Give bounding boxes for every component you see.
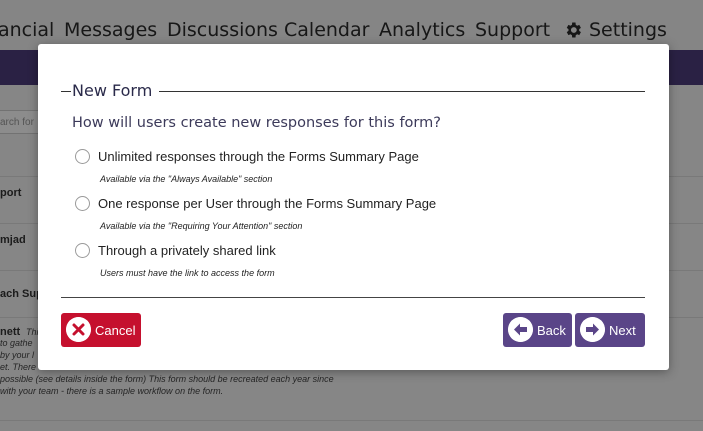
- back-button[interactable]: Back: [503, 313, 572, 347]
- radio-button[interactable]: [75, 196, 90, 211]
- next-label: Next: [609, 323, 636, 338]
- question-label: How will users create new responses for …: [72, 115, 441, 131]
- option-one-response-per-user[interactable]: One response per User through the Forms …: [75, 196, 475, 216]
- cancel-button[interactable]: Cancel: [61, 313, 141, 347]
- fieldset-border: [159, 91, 645, 92]
- arrow-left-circle-icon: [508, 317, 533, 342]
- option-label[interactable]: One response per User through the Forms …: [98, 196, 436, 211]
- next-button[interactable]: Next: [575, 313, 645, 347]
- cancel-label: Cancel: [95, 323, 136, 338]
- option-private-link[interactable]: Through a privately shared link: [75, 243, 475, 263]
- divider: [61, 297, 645, 298]
- option-hint: Available via the "Requiring Your Attent…: [100, 221, 303, 231]
- fieldset-border: [61, 91, 71, 92]
- x-circle-icon: [66, 317, 91, 342]
- radio-button[interactable]: [75, 149, 90, 164]
- option-label[interactable]: Through a privately shared link: [98, 243, 276, 258]
- option-hint: Users must have the link to access the f…: [100, 268, 275, 278]
- option-hint: Available via the "Always Available" sec…: [100, 174, 273, 184]
- option-label[interactable]: Unlimited responses through the Forms Su…: [98, 149, 419, 164]
- radio-button[interactable]: [75, 243, 90, 258]
- back-label: Back: [537, 323, 566, 338]
- new-form-dialog: New Form How will users create new respo…: [38, 44, 669, 370]
- dialog-title: New Form: [72, 81, 153, 100]
- option-unlimited-responses[interactable]: Unlimited responses through the Forms Su…: [75, 149, 475, 169]
- arrow-right-circle-icon: [580, 317, 605, 342]
